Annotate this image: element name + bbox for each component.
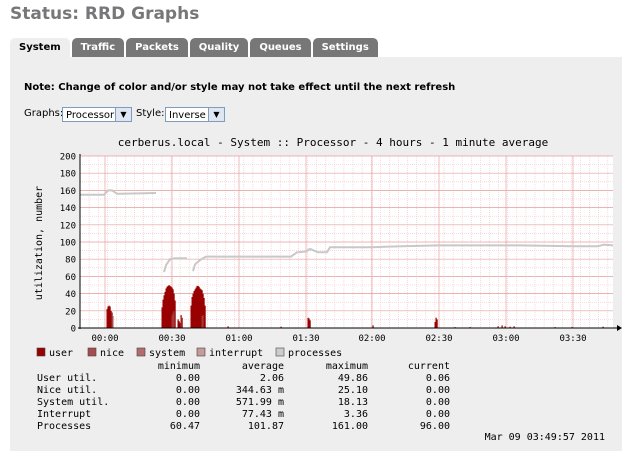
y-tick-label: 60	[65, 273, 76, 283]
stats-header: current	[408, 361, 450, 372]
stats-cell: 571.99 m	[236, 397, 284, 408]
stats-cell: 2.06	[260, 373, 284, 384]
stats-cell: 49.86	[338, 373, 368, 384]
legend-swatch-system	[136, 347, 146, 357]
nice-util-bar	[180, 317, 182, 328]
stats-cell: 0.00	[426, 409, 450, 420]
stats-row-name: User util.	[37, 373, 97, 384]
nice-util-bar	[173, 310, 175, 328]
stats-header: average	[242, 361, 284, 372]
stats-cell: 0.00	[426, 397, 450, 408]
stats-cell: 0.00	[176, 385, 200, 396]
user-util-bar	[309, 320, 311, 328]
legend-swatch-nice	[87, 347, 97, 357]
x-tick-label: 00:00	[91, 334, 118, 344]
stats-cell: 60.47	[170, 421, 200, 432]
stats-cell: 0.00	[176, 397, 200, 408]
stats-cell: 0.00	[176, 409, 200, 420]
nice-util-bar	[112, 316, 114, 328]
legend-swatch-user	[36, 347, 46, 357]
legend-label-processes: processes	[288, 348, 342, 359]
x-tick-label: 00:30	[158, 334, 185, 344]
stats-cell: 161.00	[332, 421, 368, 432]
user-util-bar	[436, 319, 438, 328]
y-tick-label: 140	[60, 204, 76, 214]
y-tick-label: 180	[60, 170, 76, 180]
x-tick-label: 01:00	[225, 334, 252, 344]
stats-row-name: Nice util.	[37, 385, 97, 396]
x-tick-label: 03:00	[492, 334, 519, 344]
stats-cell: 96.00	[420, 421, 450, 432]
y-tick-label: 20	[65, 307, 76, 317]
x-tick-label: 01:30	[292, 334, 319, 344]
x-axis-arrow	[617, 325, 622, 331]
y-tick-label: 120	[60, 221, 76, 231]
stats-cell: 18.13	[338, 397, 368, 408]
legend-label-nice: nice	[100, 348, 124, 359]
y-tick-label: 160	[60, 187, 76, 197]
stats-cell: 0.00	[176, 373, 200, 384]
stats-row-name: System util.	[37, 397, 109, 408]
stats-cell: 344.63 m	[236, 385, 284, 396]
x-tick-label: 02:00	[358, 334, 385, 344]
graph-title: cerberus.local - System :: Processor - 4…	[118, 136, 548, 149]
y-tick-label: 40	[65, 290, 76, 300]
legend-label-interrupt: interrupt	[209, 348, 263, 359]
stats-cell: 0.00	[426, 385, 450, 396]
legend-label-system: system	[149, 348, 185, 359]
stats-cell: 25.10	[338, 385, 368, 396]
y-tick-label: 80	[65, 256, 76, 266]
graph-timestamp: Mar 09 03:49:57 2011	[485, 432, 605, 443]
stats-cell: 77.43 m	[242, 409, 284, 420]
legend-label-user: user	[49, 348, 73, 359]
stats-header: maximum	[326, 361, 368, 372]
x-tick-label: 02:30	[425, 334, 452, 344]
graph-ylabel: utilization, number	[34, 186, 45, 300]
stats-cell: 0.06	[426, 373, 450, 384]
stats-cell: 101.87	[248, 421, 284, 432]
y-tick-label: 200	[60, 153, 76, 163]
x-tick-label: 03:30	[559, 334, 586, 344]
stats-header: minimum	[158, 361, 200, 372]
rrd-graph: cerberus.local - System :: Processor - 4…	[34, 136, 622, 443]
user-util-bar	[434, 322, 436, 328]
nice-util-bar	[202, 315, 204, 328]
stats-row-name: Interrupt	[37, 409, 91, 420]
legend-swatch-interrupt	[196, 347, 206, 357]
stats-row-name: Processes	[37, 421, 91, 432]
y-tick-label: 100	[60, 239, 76, 249]
user-util-bar	[204, 305, 206, 328]
legend-swatch-processes	[275, 347, 285, 357]
y-tick-label: 0	[71, 325, 76, 335]
stats-cell: 3.36	[344, 409, 368, 420]
